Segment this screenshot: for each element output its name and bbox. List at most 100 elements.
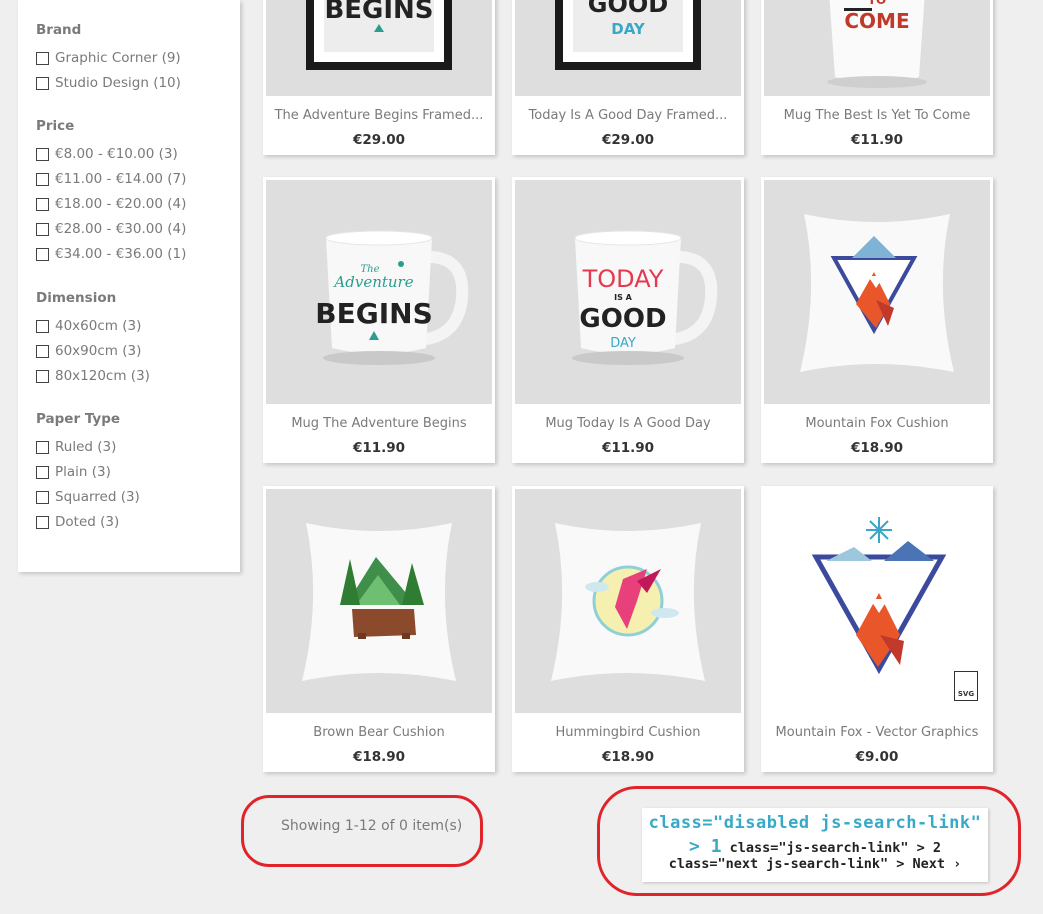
product-card[interactable]: Brown Bear Cushion €18.90: [263, 486, 495, 772]
product-image[interactable]: [515, 489, 741, 713]
product-price: €9.00: [855, 749, 899, 765]
filter-option-plain[interactable]: Plain (3): [36, 460, 230, 485]
product-image[interactable]: GOOD DAY: [515, 0, 741, 96]
checkbox[interactable]: [36, 248, 49, 261]
product-image[interactable]: SVG: [764, 489, 990, 713]
checkbox[interactable]: [36, 345, 49, 358]
product-name[interactable]: Brown Bear Cushion: [263, 725, 495, 740]
product-card[interactable]: GOOD DAY Today Is A Good Day Framed... €…: [512, 0, 744, 155]
product-image[interactable]: [266, 489, 492, 713]
product-image[interactable]: BEGINS: [266, 0, 492, 96]
filter-option-price-3[interactable]: €18.00 - €20.00 (4): [36, 192, 230, 217]
facet-brand: Brand Graphic Corner (9) Studio Design (…: [36, 20, 230, 96]
product-card[interactable]: BEGINS The Adventure Begins Framed... €2…: [263, 0, 495, 155]
cushion-hummingbird-icon: [551, 523, 705, 681]
svg-text:DAY: DAY: [611, 20, 646, 38]
filter-option-label: Graphic Corner (9): [55, 50, 181, 66]
filter-option-label: €28.00 - €30.00 (4): [55, 221, 187, 237]
filter-option-label: 60x90cm (3): [55, 343, 142, 359]
checkbox[interactable]: [36, 491, 49, 504]
product-card[interactable]: The Adventure BEGINS Mug The Adventure B…: [263, 177, 495, 463]
svg-file-icon: SVG: [954, 671, 978, 701]
svg-text:TODAY: TODAY: [582, 265, 664, 293]
product-card[interactable]: SVG Mountain Fox - Vector Graphics €9.00: [761, 486, 993, 772]
highlight-ellipse-pagination: [597, 786, 1021, 896]
filter-option-price-2[interactable]: €11.00 - €14.00 (7): [36, 167, 230, 192]
filter-option-label: €11.00 - €14.00 (7): [55, 171, 187, 187]
mug-best-icon: TO COME: [827, 0, 927, 88]
svg-text:BEGINS: BEGINS: [315, 297, 432, 330]
checkbox[interactable]: [36, 198, 49, 211]
checkbox[interactable]: [36, 52, 49, 65]
filter-option-price-4[interactable]: €28.00 - €30.00 (4): [36, 217, 230, 242]
product-name[interactable]: Mug The Best Is Yet To Come: [761, 108, 993, 123]
checkbox[interactable]: [36, 466, 49, 479]
product-price: €11.90: [601, 440, 655, 456]
product-card[interactable]: Hummingbird Cushion €18.90: [512, 486, 744, 772]
product-image[interactable]: TODAY IS A GOOD DAY: [515, 180, 741, 404]
svg-text:Adventure: Adventure: [332, 273, 413, 291]
filter-sidebar: Brand Graphic Corner (9) Studio Design (…: [18, 0, 240, 572]
product-name[interactable]: Mountain Fox Cushion: [761, 416, 993, 431]
product-card[interactable]: Mountain Fox Cushion €18.90: [761, 177, 993, 463]
mug-adventure-icon: The Adventure BEGINS: [315, 230, 469, 365]
svg-badge-label: SVG: [957, 690, 975, 698]
product-card[interactable]: TODAY IS A GOOD DAY Mug Today Is A Good …: [512, 177, 744, 463]
product-name[interactable]: Mug Today Is A Good Day: [512, 416, 744, 431]
checkbox[interactable]: [36, 370, 49, 383]
checkbox[interactable]: [36, 223, 49, 236]
filter-option-60x90[interactable]: 60x90cm (3): [36, 339, 230, 364]
checkbox[interactable]: [36, 441, 49, 454]
cushion-fox-icon: [800, 214, 954, 372]
product-price: €18.90: [352, 749, 406, 765]
filter-option-label: €34.00 - €36.00 (1): [55, 246, 187, 262]
svg-text:GOOD: GOOD: [579, 304, 666, 334]
product-price: €29.00: [352, 132, 406, 148]
filter-option-label: Squarred (3): [55, 489, 140, 505]
filter-option-label: 80x120cm (3): [55, 368, 150, 384]
mug-good-day-icon: TODAY IS A GOOD DAY: [572, 230, 718, 365]
filter-option-label: Studio Design (10): [55, 75, 181, 91]
svg-text:TO: TO: [868, 0, 886, 7]
filter-option-label: €18.00 - €20.00 (4): [55, 196, 187, 212]
filter-option-doted[interactable]: Doted (3): [36, 510, 230, 535]
product-name[interactable]: Mountain Fox - Vector Graphics: [761, 725, 993, 740]
product-image[interactable]: The Adventure BEGINS: [266, 180, 492, 404]
filter-option-label: Plain (3): [55, 464, 111, 480]
product-card[interactable]: TO COME Mug The Best Is Yet To Come €11.…: [761, 0, 993, 155]
svg-text:BEGINS: BEGINS: [324, 0, 433, 25]
product-name[interactable]: Hummingbird Cushion: [512, 725, 744, 740]
filter-option-price-5[interactable]: €34.00 - €36.00 (1): [36, 242, 230, 267]
svg-text:GOOD: GOOD: [588, 0, 668, 18]
product-name[interactable]: The Adventure Begins Framed...: [263, 108, 495, 123]
filter-option-studio-design[interactable]: Studio Design (10): [36, 71, 230, 96]
product-price: €18.90: [850, 440, 904, 456]
facet-title: Paper Type: [36, 411, 121, 427]
highlight-ellipse-summary: [241, 795, 483, 867]
cushion-bear-icon: [302, 523, 456, 681]
facet-price: Price €8.00 - €10.00 (3) €11.00 - €14.00…: [36, 116, 230, 267]
filter-option-graphic-corner[interactable]: Graphic Corner (9): [36, 46, 230, 71]
product-name[interactable]: Mug The Adventure Begins: [263, 416, 495, 431]
facet-paper-type: Paper Type Ruled (3) Plain (3) Squarred …: [36, 409, 230, 535]
checkbox[interactable]: [36, 320, 49, 333]
filter-option-label: Doted (3): [55, 514, 120, 530]
product-price: €11.90: [352, 440, 406, 456]
product-name[interactable]: Today Is A Good Day Framed...: [512, 108, 744, 123]
product-image[interactable]: [764, 180, 990, 404]
filter-option-squarred[interactable]: Squarred (3): [36, 485, 230, 510]
filter-option-ruled[interactable]: Ruled (3): [36, 435, 230, 460]
product-price: €11.90: [850, 132, 904, 148]
checkbox[interactable]: [36, 77, 49, 90]
filter-option-price-1[interactable]: €8.00 - €10.00 (3): [36, 142, 230, 167]
filter-option-label: 40x60cm (3): [55, 318, 142, 334]
svg-text:DAY: DAY: [610, 336, 636, 351]
svg-text:IS A: IS A: [614, 293, 633, 302]
filter-option-80x120[interactable]: 80x120cm (3): [36, 364, 230, 389]
checkbox[interactable]: [36, 173, 49, 186]
filter-option-40x60[interactable]: 40x60cm (3): [36, 314, 230, 339]
product-image[interactable]: TO COME: [764, 0, 990, 96]
checkbox[interactable]: [36, 516, 49, 529]
framed-poster-adventure-icon: BEGINS: [306, 0, 452, 70]
checkbox[interactable]: [36, 148, 49, 161]
